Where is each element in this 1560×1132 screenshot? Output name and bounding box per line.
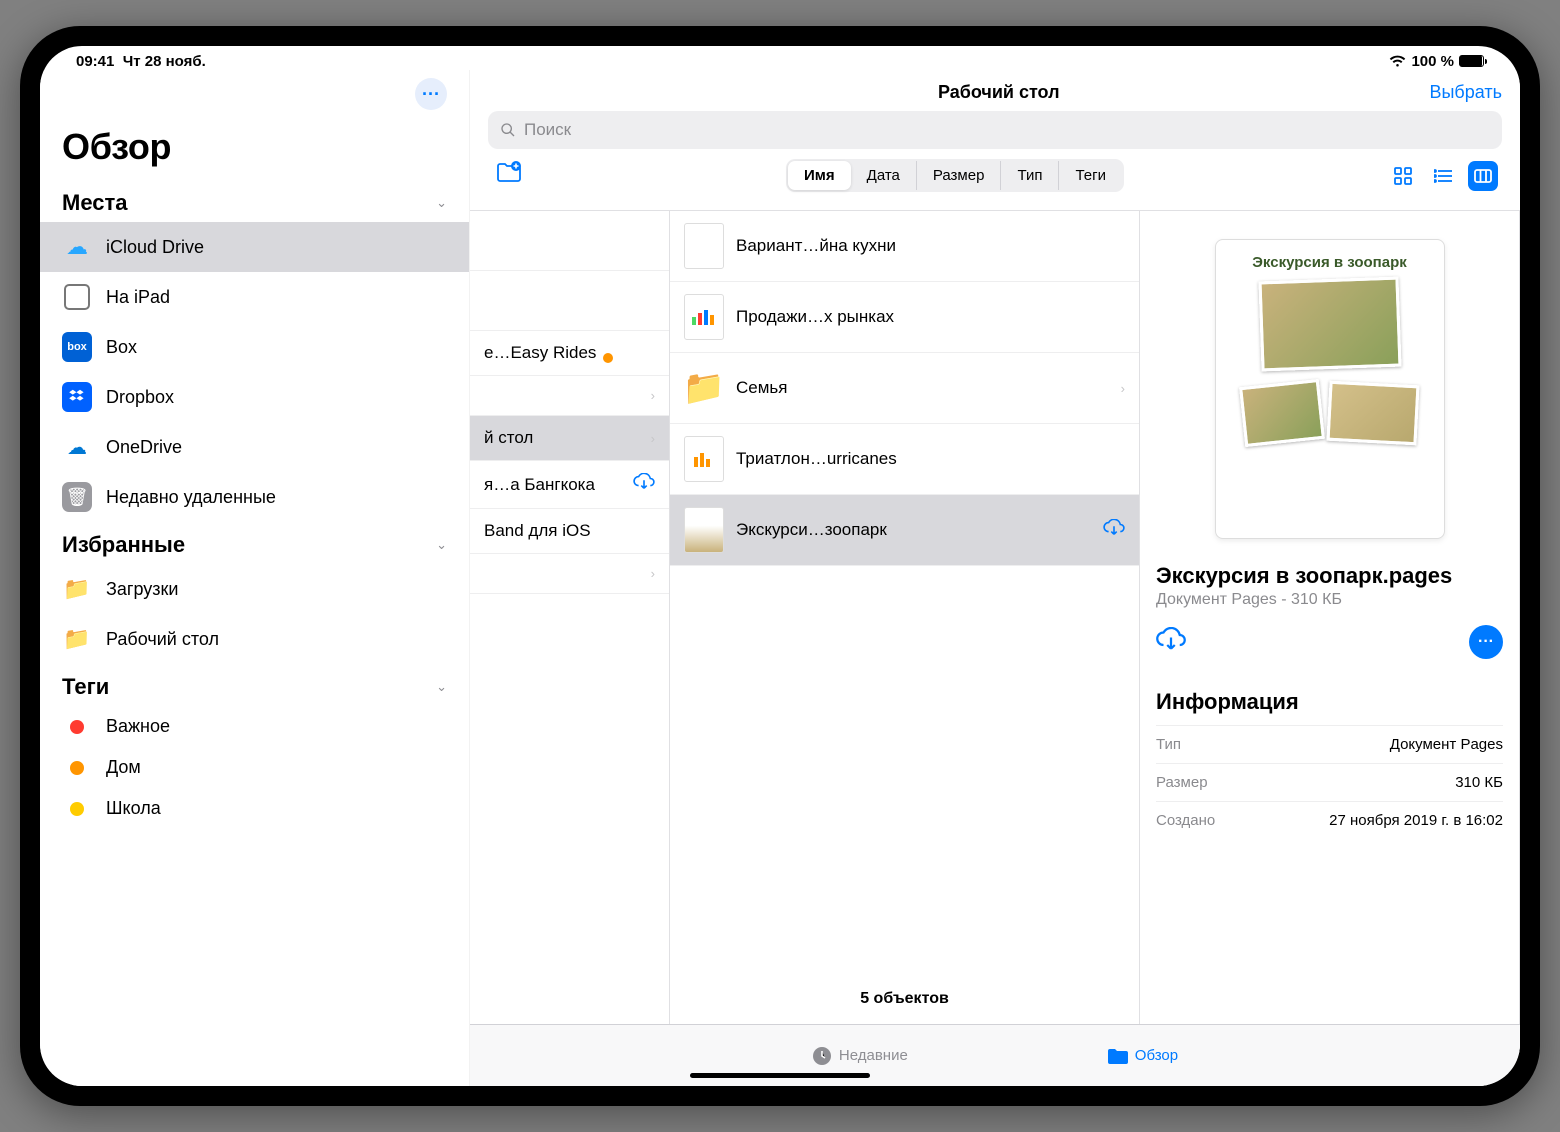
more-button[interactable]: ··· bbox=[415, 78, 447, 110]
tag-important[interactable]: Важное bbox=[40, 706, 469, 747]
view-list-button[interactable] bbox=[1428, 161, 1458, 191]
sidebar-item-onipad[interactable]: На iPad bbox=[40, 272, 469, 322]
sort-segmented: Имя Дата Размер Тип Теги bbox=[786, 159, 1124, 192]
search-icon bbox=[500, 122, 516, 138]
status-time: 09:41 bbox=[76, 53, 114, 70]
folder-icon bbox=[1108, 1047, 1128, 1064]
list-item[interactable]: я…а Бангкока bbox=[470, 461, 669, 509]
section-tags[interactable]: Теги ⌄ bbox=[40, 664, 469, 706]
chevron-right-icon: › bbox=[651, 566, 655, 581]
tab-browse[interactable]: Обзор bbox=[1108, 1047, 1178, 1064]
sidebar: ··· Обзор Места ⌄ ☁︎ iCloud Drive На iPa… bbox=[40, 70, 470, 1086]
battery-icon bbox=[1459, 55, 1484, 67]
view-grid-button[interactable] bbox=[1388, 161, 1418, 191]
sidebar-item-onedrive[interactable]: ☁ OneDrive bbox=[40, 422, 469, 472]
chevron-down-icon: ⌄ bbox=[436, 195, 447, 211]
view-columns-button[interactable] bbox=[1468, 161, 1498, 191]
list-item[interactable]: › bbox=[470, 376, 669, 416]
sidebar-item-trash[interactable]: 🗑 Недавно удаленные bbox=[40, 472, 469, 522]
sidebar-item-dropbox[interactable]: Dropbox bbox=[40, 372, 469, 422]
list-item[interactable]: й стол› bbox=[470, 416, 669, 461]
tab-bar: Недавние Обзор bbox=[470, 1024, 1520, 1086]
preview-filename: Экскурсия в зоопарк.pages bbox=[1156, 563, 1503, 589]
trash-icon: 🗑 bbox=[62, 482, 92, 512]
search-input[interactable]: Поиск bbox=[488, 111, 1502, 149]
chevron-right-icon: › bbox=[651, 431, 655, 446]
tag-dot-icon bbox=[70, 720, 84, 734]
preview-thumbnail: Экскурсия в зоопарк bbox=[1215, 239, 1445, 539]
box-icon: box bbox=[62, 332, 92, 362]
more-actions-button[interactable]: ··· bbox=[1469, 625, 1503, 659]
preview-subtitle: Документ Pages - 310 КБ bbox=[1156, 591, 1503, 609]
list-item[interactable]: Band для iOS bbox=[470, 509, 669, 554]
chevron-right-icon: › bbox=[1121, 381, 1125, 396]
location-title: Рабочий стол bbox=[568, 82, 1429, 103]
list-item[interactable]: e…Easy Rides bbox=[470, 331, 669, 376]
section-favorites[interactable]: Избранные ⌄ bbox=[40, 522, 469, 564]
ipad-icon bbox=[62, 282, 92, 312]
sort-size[interactable]: Размер bbox=[917, 161, 1002, 190]
folder-icon: 📁 bbox=[62, 624, 92, 654]
sidebar-item-downloads[interactable]: 📁 Загрузки bbox=[40, 564, 469, 614]
list-item[interactable]: Продажи…х рынках bbox=[670, 282, 1139, 353]
status-date: Чт 28 нояб. bbox=[123, 53, 206, 70]
item-count: 5 объектов bbox=[670, 974, 1139, 1024]
sidebar-title: Обзор bbox=[40, 118, 469, 180]
sort-name[interactable]: Имя bbox=[788, 161, 851, 190]
dropbox-icon bbox=[62, 382, 92, 412]
home-indicator[interactable] bbox=[690, 1073, 870, 1078]
doc-thumb-icon bbox=[684, 223, 724, 269]
battery-pct: 100 % bbox=[1411, 53, 1454, 70]
tag-home[interactable]: Дом bbox=[40, 747, 469, 788]
column-1: e…Easy Rides › й стол› я…а Бангкока Band… bbox=[470, 211, 670, 1024]
wifi-icon bbox=[1389, 55, 1406, 67]
info-row: Создано27 ноября 2019 г. в 16:02 bbox=[1156, 801, 1503, 839]
cloud-download-icon[interactable] bbox=[633, 473, 655, 496]
folder-icon: 📁 bbox=[62, 574, 92, 604]
tag-school[interactable]: Школа bbox=[40, 788, 469, 829]
tag-dot-icon bbox=[70, 761, 84, 775]
chevron-down-icon: ⌄ bbox=[436, 679, 447, 695]
list-item[interactable]: Триатлон…urricanes bbox=[670, 424, 1139, 495]
cloud-download-icon[interactable] bbox=[1103, 519, 1125, 542]
main-pane: Рабочий стол Выбрать Поиск Имя Дата Разм… bbox=[470, 70, 1520, 1086]
chevron-down-icon: ⌄ bbox=[436, 537, 447, 553]
folder-icon: 📁 bbox=[684, 365, 724, 411]
chart-thumb-icon bbox=[684, 294, 724, 340]
chevron-right-icon: › bbox=[651, 388, 655, 403]
select-button[interactable]: Выбрать bbox=[1429, 82, 1502, 103]
sidebar-item-icloud[interactable]: ☁︎ iCloud Drive bbox=[40, 222, 469, 272]
new-folder-button[interactable] bbox=[492, 161, 522, 190]
sort-tags[interactable]: Теги bbox=[1059, 161, 1122, 190]
download-button[interactable] bbox=[1156, 627, 1186, 658]
sidebar-item-desktop[interactable]: 📁 Рабочий стол bbox=[40, 614, 469, 664]
info-row: Размер310 КБ bbox=[1156, 763, 1503, 801]
column-2: Вариант…йна кухни Продажи…х рынках 📁 Сем… bbox=[670, 211, 1140, 1024]
list-item[interactable]: › bbox=[470, 554, 669, 594]
list-item[interactable]: 📁 Семья › bbox=[670, 353, 1139, 424]
chart-thumb-icon bbox=[684, 436, 724, 482]
info-row: ТипДокумент Pages bbox=[1156, 725, 1503, 763]
status-bar: 09:41 Чт 28 нояб. 100 % bbox=[40, 46, 1520, 70]
onedrive-icon: ☁ bbox=[62, 432, 92, 462]
doc-thumb-icon bbox=[684, 507, 724, 553]
list-item[interactable]: Экскурси…зоопарк bbox=[670, 495, 1139, 566]
clock-icon bbox=[812, 1046, 832, 1066]
sidebar-item-box[interactable]: box Box bbox=[40, 322, 469, 372]
section-places[interactable]: Места ⌄ bbox=[40, 180, 469, 222]
tag-dot-icon bbox=[70, 802, 84, 816]
tab-recents[interactable]: Недавние bbox=[812, 1046, 908, 1066]
sort-date[interactable]: Дата bbox=[851, 161, 917, 190]
list-item[interactable]: Вариант…йна кухни bbox=[670, 211, 1139, 282]
preview-pane: Экскурсия в зоопарк Экскурсия в зоопарк.… bbox=[1140, 211, 1520, 1024]
icloud-icon: ☁︎ bbox=[62, 232, 92, 262]
sort-type[interactable]: Тип bbox=[1001, 161, 1059, 190]
info-header: Информация bbox=[1156, 689, 1503, 715]
